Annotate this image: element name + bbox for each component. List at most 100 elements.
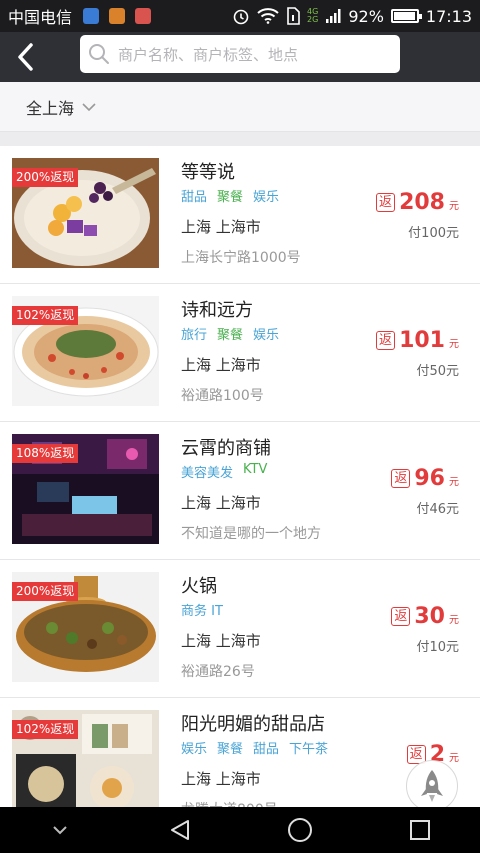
merchant-address: 裕通路26号 — [181, 664, 255, 680]
chevron-down-icon — [82, 102, 96, 111]
merchant-tags: 甜品 聚餐 娱乐 — [181, 186, 279, 205]
merchant-name: 诗和远方 — [181, 300, 253, 321]
nav-home-button[interactable] — [270, 807, 330, 853]
merchant-tags: 美容美发 KTV — [181, 462, 267, 481]
merchant-thumbnail: 200%返现 — [12, 572, 159, 682]
cashback-amount: 返 101 元 — [376, 328, 459, 353]
return-number: 30 — [414, 604, 445, 629]
merchant-tag: 聚餐 — [217, 328, 244, 343]
merchant-city: 上海 上海市 — [181, 356, 261, 374]
return-unit: 元 — [449, 339, 459, 350]
nav-hide-button[interactable] — [30, 807, 90, 853]
merchant-tag: 下午茶 — [289, 742, 329, 757]
app-notification-icon — [109, 8, 126, 24]
app-notification-icon — [135, 8, 152, 24]
merchant-item[interactable]: 108%返现 云霄的商铺 美容美发 KTV 上海 上海市 不知道是哪的一个地方 … — [0, 422, 480, 560]
merchant-tag: 聚餐 — [217, 742, 244, 757]
paid-amount: 付10元 — [416, 640, 459, 655]
merchant-tag: 聚餐 — [217, 190, 244, 205]
search-placeholder: 商户名称、商户标签、地点 — [118, 45, 299, 64]
merchant-thumbnail: 108%返现 — [12, 434, 159, 544]
return-unit: 元 — [449, 477, 459, 488]
region-filter[interactable]: 全上海 — [0, 82, 480, 132]
wifi-icon — [257, 8, 279, 24]
return-label: 返 — [391, 607, 411, 626]
rocket-icon — [421, 770, 443, 802]
merchant-address: 龙腾大道800号 — [181, 799, 278, 807]
region-filter-label: 全上海 — [26, 98, 75, 118]
merchant-address: 裕通路100号 — [181, 388, 264, 404]
merchant-thumbnail: 102%返现 — [12, 296, 159, 406]
merchant-name: 火锅 — [181, 576, 217, 597]
merchant-tags: 商务 IT — [181, 600, 223, 619]
cashback-badge: 102%返现 — [12, 720, 79, 739]
return-label: 返 — [391, 469, 411, 488]
return-number: 208 — [399, 190, 445, 215]
return-label: 返 — [376, 331, 396, 350]
nav-recent-button[interactable] — [390, 807, 450, 853]
network-type: 4G 2G — [307, 8, 318, 24]
back-button[interactable] — [0, 32, 50, 82]
return-number: 96 — [414, 466, 445, 491]
merchant-tag: KTV — [243, 462, 268, 477]
merchant-tag: 商务 IT — [181, 604, 223, 619]
merchant-city: 上海 上海市 — [181, 494, 261, 512]
merchant-item[interactable]: 102%返现 诗和远方 旅行 聚餐 娱乐 上海 上海市 裕通路100号 返 10… — [0, 284, 480, 422]
signal-icon — [326, 9, 341, 23]
nav-home-icon — [288, 818, 312, 842]
merchant-item[interactable]: 200%返现 等等说 甜品 聚餐 娱乐 上海 上海市 上海长宁路1000号 返 … — [0, 146, 480, 284]
search-icon — [89, 44, 109, 64]
nav-recent-icon — [410, 820, 430, 840]
cashback-amount: 返 96 元 — [391, 466, 459, 491]
sim-icon — [287, 7, 300, 25]
merchant-city: 上海 上海市 — [181, 770, 261, 788]
cashback-amount: 返 30 元 — [391, 604, 459, 629]
nav-down-icon — [53, 826, 67, 835]
merchant-name: 云霄的商铺 — [181, 438, 271, 459]
merchant-address: 上海长宁路1000号 — [181, 250, 301, 266]
paid-amount: 付50元 — [416, 364, 459, 379]
merchant-city: 上海 上海市 — [181, 218, 261, 236]
paid-amount: 付46元 — [416, 502, 459, 517]
merchant-item[interactable]: 200%返现 火锅 商务 IT 上海 上海市 裕通路26号 返 30 元 付10… — [0, 560, 480, 698]
merchant-tag: 旅行 — [181, 328, 208, 343]
clock: 17:13 — [425, 6, 472, 26]
app-notification-icon — [83, 8, 100, 24]
network-2g-label: 2G — [307, 15, 319, 24]
cashback-badge: 200%返现 — [12, 168, 79, 187]
top-header: 商户名称、商户标签、地点 — [0, 32, 480, 82]
nav-back-icon — [171, 820, 189, 840]
merchant-tag: 娱乐 — [253, 328, 280, 343]
return-label: 返 — [376, 193, 396, 212]
search-input[interactable]: 商户名称、商户标签、地点 — [80, 35, 400, 73]
merchant-tags: 娱乐 聚餐 甜品 下午茶 — [181, 738, 328, 757]
system-nav-bar — [0, 807, 480, 853]
scroll-to-top-button[interactable] — [406, 760, 458, 812]
cashback-amount: 返 208 元 — [376, 190, 459, 215]
merchant-city: 上海 上海市 — [181, 632, 261, 650]
cashback-badge: 102%返现 — [12, 306, 79, 325]
return-number: 101 — [399, 328, 445, 353]
merchant-tag: 娱乐 — [181, 742, 208, 757]
merchant-list[interactable]: 200%返现 等等说 甜品 聚餐 娱乐 上海 上海市 上海长宁路1000号 返 … — [0, 146, 480, 807]
back-arrow-icon — [18, 43, 33, 71]
merchant-tag: 甜品 — [253, 742, 280, 757]
nav-back-button[interactable] — [150, 807, 210, 853]
return-unit: 元 — [449, 201, 459, 212]
battery-percent: 92% — [348, 6, 384, 26]
merchant-tags: 旅行 聚餐 娱乐 — [181, 324, 279, 343]
merchant-thumbnail: 102%返现 — [12, 710, 159, 807]
return-unit: 元 — [449, 753, 459, 764]
carrier-label: 中国电信 — [8, 8, 73, 27]
section-divider — [0, 132, 480, 146]
battery-icon — [390, 9, 422, 23]
merchant-name: 等等说 — [181, 162, 235, 183]
cashback-badge: 200%返现 — [12, 582, 79, 601]
paid-amount: 付100元 — [408, 226, 459, 241]
merchant-tag: 甜品 — [181, 190, 208, 205]
merchant-tag: 美容美发 — [181, 466, 234, 481]
status-bar: 中国电信 4G 2G 92% 17:13 — [0, 0, 480, 32]
cashback-badge: 108%返现 — [12, 444, 79, 463]
merchant-name: 阳光明媚的甜品店 — [181, 714, 325, 735]
alarm-icon — [233, 9, 249, 25]
